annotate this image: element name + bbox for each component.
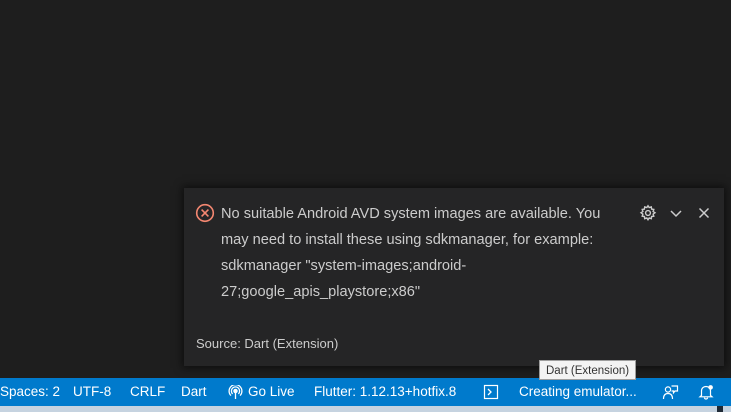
status-eol[interactable]: CRLF — [130, 378, 165, 406]
status-golive-label: Go Live — [248, 384, 295, 399]
status-spaces-label: Spaces: 2 — [0, 384, 61, 399]
status-feedback[interactable] — [662, 378, 679, 406]
status-flutter[interactable]: Flutter: 1.12.13+hotfix.8 — [314, 378, 456, 406]
terminal-icon — [483, 384, 499, 400]
notification-toast: No suitable Android AVD system images ar… — [184, 188, 724, 366]
broadcast-icon — [228, 384, 243, 400]
status-eol-label: CRLF — [130, 384, 166, 399]
close-icon[interactable] — [694, 203, 714, 223]
status-encoding-label: UTF-8 — [73, 384, 112, 399]
status-language[interactable]: Dart — [181, 378, 207, 406]
notification-actions — [638, 203, 714, 223]
status-encoding[interactable]: UTF-8 — [73, 378, 111, 406]
status-notifications[interactable] — [698, 378, 714, 406]
status-golive[interactable]: Go Live — [228, 378, 295, 406]
status-bar: Spaces: 2 UTF-8 CRLF Dart Go Live Flutte… — [0, 378, 731, 406]
os-taskbar-edge — [0, 406, 731, 412]
error-icon — [195, 203, 215, 223]
taskbar-edge-block — [717, 406, 723, 412]
gear-icon[interactable] — [638, 203, 658, 223]
notification-source: Source: Dart (Extension) — [196, 336, 339, 351]
feedback-icon — [662, 384, 679, 401]
bell-icon — [698, 384, 714, 400]
status-terminal[interactable] — [483, 378, 499, 406]
status-emulator-label: Creating emulator... — [519, 384, 637, 399]
status-spaces[interactable]: Spaces: 2 — [0, 378, 60, 406]
chevron-down-icon[interactable] — [666, 203, 686, 223]
status-flutter-label: Flutter: 1.12.13+hotfix.8 — [314, 384, 457, 399]
status-language-label: Dart — [181, 384, 207, 399]
notification-message: No suitable Android AVD system images ar… — [221, 206, 605, 300]
status-emulator[interactable]: Creating emulator... — [519, 378, 637, 406]
tooltip: Dart (Extension) — [539, 360, 637, 380]
